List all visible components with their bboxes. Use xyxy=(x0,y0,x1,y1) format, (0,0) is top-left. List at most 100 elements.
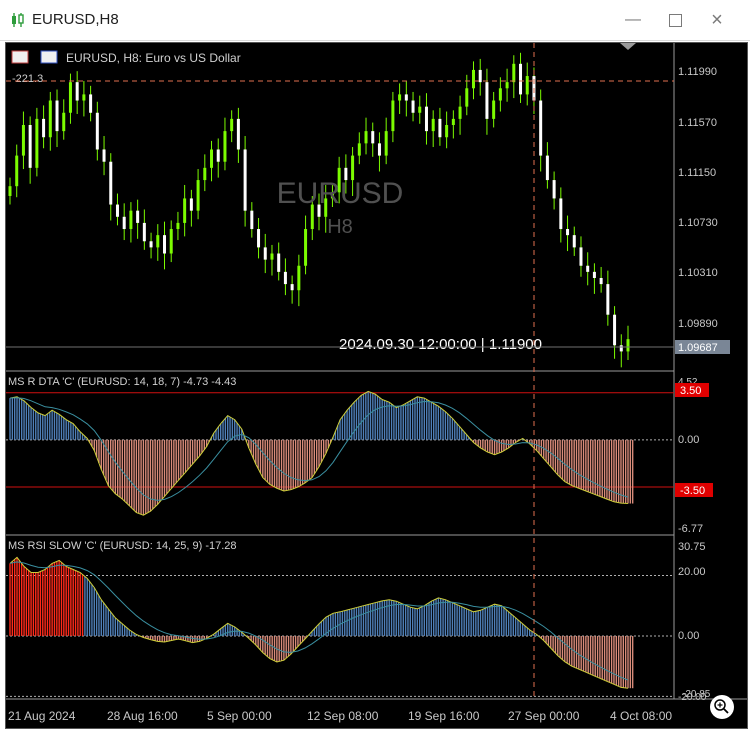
time-label: 27 Sep 00:00 xyxy=(508,709,580,723)
candle-body xyxy=(606,284,610,315)
candle-body xyxy=(230,118,234,132)
candle-body xyxy=(35,118,39,168)
candle-body xyxy=(142,222,146,242)
candle-body xyxy=(183,198,187,223)
candle-body xyxy=(290,284,294,291)
rsi-upper-level: 20.00 xyxy=(678,566,706,578)
candle-body xyxy=(115,204,119,217)
price-label: 1.09890 xyxy=(678,318,718,330)
candle-body xyxy=(250,210,254,230)
rsi-level-min: -20.85 xyxy=(682,689,711,700)
price-label: 1.10310 xyxy=(678,267,718,279)
candle-body xyxy=(572,235,576,248)
candle-body xyxy=(236,118,240,150)
rsi-indicator-pane xyxy=(6,556,674,697)
time-label: 12 Sep 08:00 xyxy=(307,709,379,723)
dta-indicator-pane xyxy=(6,390,674,516)
candle-body xyxy=(451,118,455,125)
candle-body xyxy=(492,100,496,119)
candle-body xyxy=(136,210,140,223)
window-title: EURUSD,H8 xyxy=(32,11,119,28)
chart-area[interactable]: EURUSD H8 EURUSD, H8: Euro vs US Dollar … xyxy=(5,42,748,729)
window-titlebar: EURUSD,H8 — × xyxy=(0,0,750,41)
rsi-indicator-header: MS RSI SLOW 'C' (EURUSD: 14, 25, 9) -17.… xyxy=(8,540,237,552)
candle-body xyxy=(156,235,160,248)
candle-body xyxy=(418,106,422,113)
candlestick-series xyxy=(8,52,630,368)
time-label: 28 Aug 16:00 xyxy=(107,709,178,723)
maximize-button[interactable] xyxy=(658,6,692,34)
candle-body xyxy=(371,131,375,144)
symbol-flag-icon xyxy=(11,50,29,64)
candle-body xyxy=(539,100,543,156)
candle-body xyxy=(297,265,301,291)
maximize-icon xyxy=(668,13,682,27)
indicator-signal-line xyxy=(9,561,629,681)
candle-body xyxy=(411,100,415,113)
dta-upper-level: 3.50 xyxy=(680,385,701,397)
candlestick-app-icon xyxy=(12,13,24,27)
candle-body xyxy=(478,69,482,83)
candle-body xyxy=(438,118,442,138)
watermark-period: H8 xyxy=(327,216,353,238)
candle-body xyxy=(304,229,308,266)
candle-body xyxy=(364,131,368,144)
time-label: 21 Aug 2024 xyxy=(8,709,76,723)
candle-body xyxy=(498,88,502,101)
candle-body xyxy=(545,155,549,181)
chart-flag-icon xyxy=(40,50,58,64)
candle-body xyxy=(210,149,214,168)
candle-body xyxy=(109,161,113,205)
time-label: 5 Sep 00:00 xyxy=(207,709,272,723)
candle-body xyxy=(445,125,449,138)
candle-body xyxy=(102,149,106,162)
candle-body xyxy=(270,253,274,260)
crosshair-offset-value: -221.3 xyxy=(12,73,43,85)
candle-body xyxy=(384,131,388,156)
candle-body xyxy=(8,186,12,196)
price-label: 1.10730 xyxy=(678,217,718,229)
candle-body xyxy=(398,94,402,101)
minimize-button[interactable]: — xyxy=(616,6,650,34)
candle-body xyxy=(619,345,623,352)
candle-body xyxy=(129,210,133,230)
minimize-icon: — xyxy=(625,11,641,28)
candle-body xyxy=(404,94,408,101)
candle-body xyxy=(519,63,523,95)
candle-body xyxy=(196,180,200,211)
candle-body xyxy=(122,216,126,230)
chart-canvas[interactable]: EURUSD H8 EURUSD, H8: Euro vs US Dollar … xyxy=(6,43,747,728)
candle-body xyxy=(89,94,93,113)
candle-body xyxy=(283,271,287,285)
candle-body xyxy=(485,82,489,119)
candle-body xyxy=(512,63,516,83)
candle-body xyxy=(431,118,435,132)
candle-body xyxy=(28,125,32,168)
candle-body xyxy=(525,76,529,95)
price-label: 1.11570 xyxy=(678,117,717,129)
candle-body xyxy=(277,253,281,272)
candle-body xyxy=(169,229,173,254)
candle-body xyxy=(68,82,72,113)
candle-body xyxy=(377,143,381,156)
candle-body xyxy=(613,314,617,346)
candle-body xyxy=(216,149,220,162)
close-icon: × xyxy=(711,8,723,31)
candle-body xyxy=(566,229,570,236)
chart-shift-marker[interactable] xyxy=(620,43,636,50)
price-label: 1.11990 xyxy=(678,66,717,78)
candle-body xyxy=(243,149,247,211)
candle-body xyxy=(626,339,630,352)
chart-header: EURUSD, H8: Euro vs US Dollar -221.3 xyxy=(11,50,241,85)
current-price-label: 1.09687 xyxy=(678,342,718,354)
candle-body xyxy=(391,100,395,132)
candle-body xyxy=(505,82,509,89)
close-button[interactable]: × xyxy=(700,6,734,34)
candle-body xyxy=(149,241,153,248)
candle-body xyxy=(472,69,475,89)
zoom-icon[interactable] xyxy=(710,695,734,719)
watermark-symbol: EURUSD xyxy=(277,177,404,210)
candle-body xyxy=(62,112,66,132)
candle-body xyxy=(579,247,583,266)
candle-body xyxy=(189,198,193,211)
